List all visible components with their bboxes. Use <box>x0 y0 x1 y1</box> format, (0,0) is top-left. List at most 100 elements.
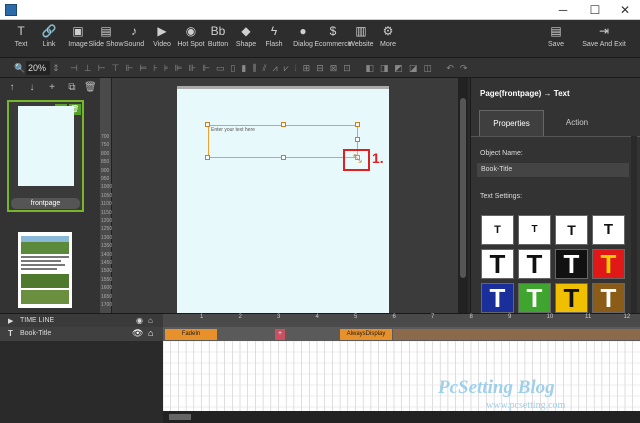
ruler-mark: 1200 <box>101 218 113 224</box>
maximize-button[interactable]: ☐ <box>580 0 610 20</box>
add-page-icon[interactable]: + <box>46 82 58 94</box>
more-icon: ⚙ <box>382 24 394 38</box>
object-name-field[interactable]: Book-Title <box>477 163 629 177</box>
tab-properties[interactable]: Properties <box>479 110 544 136</box>
ruler-mark: 1500 <box>101 268 113 275</box>
object-name-label: Object Name: <box>480 150 523 157</box>
eye-icon[interactable]: 👁 <box>132 328 143 339</box>
ruler-mark: 1600 <box>101 285 113 292</box>
timeline-tick: 11 <box>585 314 592 320</box>
ruler-mark: 1350 <box>101 243 113 250</box>
canvas-scrollbar[interactable] <box>458 78 468 313</box>
save-icon: ▤ <box>550 24 562 38</box>
shape-tool-button[interactable]: ◆ Shape <box>234 20 258 58</box>
watermark-title: PcSetting Blog <box>438 377 555 398</box>
resize-handle[interactable] <box>281 155 286 160</box>
timeline-tick: 7 <box>431 314 435 320</box>
timeline-grid <box>162 340 640 411</box>
tab-action[interactable]: Action <box>547 110 607 136</box>
add-effect-segment[interactable]: + <box>275 329 285 340</box>
text-style-swatch[interactable]: T <box>518 215 551 245</box>
text-style-swatch[interactable]: T <box>555 249 588 279</box>
lock-icon[interactable]: ⌂ <box>148 316 153 325</box>
ruler-mark: 1000 <box>101 184 113 191</box>
save-and-exit-button[interactable]: ⇥ Save And Exit <box>578 20 630 58</box>
shape-icon: ◆ <box>241 24 251 38</box>
text-style-swatch[interactable]: T <box>518 249 551 279</box>
more-tool-button[interactable]: ⚙ More <box>376 20 400 58</box>
alwaysdisplay-segment[interactable]: AlwaysDisplay <box>340 329 392 340</box>
copy-page-icon[interactable]: ⧉ <box>66 82 78 94</box>
align-tools-group[interactable]: ⊣⊥⊢⊤⊩⊨⊦⊧⊫⊪⊩▭▯▮⫼⫽⩘⩗⦙⊞⊟⊠⊡ ◧◨◩◪◫ ↶↷ <box>70 61 473 75</box>
text-style-swatch[interactable]: T <box>481 249 514 279</box>
link-icon: 🔗 <box>41 24 57 38</box>
visibility-icon[interactable]: ◉ <box>136 316 143 325</box>
flash-tool-button[interactable]: ϟ Flash <box>262 20 286 58</box>
minimize-button[interactable]: ─ <box>548 0 578 20</box>
textbox-placeholder: Enter your text here <box>211 127 255 133</box>
link-tool-button[interactable]: 🔗 Link <box>36 20 62 58</box>
text-object[interactable]: Enter your text here <box>208 125 358 158</box>
zoom-input[interactable]: 20% <box>26 61 50 75</box>
flash-icon: ϟ <box>270 24 278 38</box>
resize-handle[interactable] <box>205 122 210 127</box>
timeline-tick: 8 <box>469 314 473 320</box>
ruler-mark: 1550 <box>101 276 113 283</box>
format-toolbar: 🔍 20% ⇕ ⊣⊥⊢⊤⊩⊨⊦⊧⊫⊪⊩▭▯▮⫼⫽⩘⩗⦙⊞⊟⊠⊡ ◧◨◩◪◫ ↶↷ <box>0 58 640 78</box>
app-logo-icon <box>5 4 17 16</box>
fadein-segment[interactable]: FadeIn <box>165 329 217 340</box>
dialog-tool-button[interactable]: ● Dialog <box>290 20 316 58</box>
hotspot-tool-button[interactable]: ◉ Hot Spot <box>176 20 206 58</box>
resize-handle[interactable] <box>355 137 360 142</box>
move-up-icon[interactable]: ↑ <box>6 82 18 94</box>
timeline-header: ▶ TIME LINE ◉ ⌂ <box>0 313 640 328</box>
ruler-mark: 700 <box>101 134 110 140</box>
text-style-swatch[interactable]: T <box>592 283 625 313</box>
timeline-scroll-thumb[interactable] <box>169 414 191 420</box>
text-style-swatch[interactable]: T <box>555 283 588 313</box>
ruler-mark: 1700 <box>101 302 113 308</box>
ruler-mark: 900 <box>101 167 110 174</box>
layer-name: Book-Title <box>20 330 52 337</box>
sound-tool-button[interactable]: ♪ Sound <box>122 20 146 58</box>
unlock-icon[interactable]: ⌂ <box>148 328 153 338</box>
timeline-scrollbar[interactable] <box>163 411 640 423</box>
website-tool-button[interactable]: ▥ Website <box>348 20 374 58</box>
button-tool-button[interactable]: Bb Button <box>206 20 230 58</box>
text-tool-button[interactable]: T Text <box>8 20 34 58</box>
zoom-stepper-icon[interactable]: ⇕ <box>52 61 60 75</box>
panel-scrollbar[interactable] <box>631 136 637 313</box>
resize-handle[interactable] <box>205 155 210 160</box>
page-thumbnail-2[interactable] <box>18 232 72 308</box>
save-button[interactable]: ▤ Save <box>542 20 570 58</box>
ruler-mark: 750 <box>101 142 110 149</box>
callout-label: 1. <box>372 150 384 166</box>
text-style-swatch[interactable]: T <box>555 215 588 245</box>
ecommerce-icon: $ <box>329 24 337 38</box>
slideshow-tool-button[interactable]: ▤ Slide Show <box>88 20 124 58</box>
delete-page-icon[interactable]: 🗑 <box>84 82 97 94</box>
page-thumbnail-frontpage[interactable]: ⧉ 🗑 frontpage <box>7 100 84 212</box>
text-style-swatch[interactable]: T <box>592 215 625 245</box>
timeline-tick: 2 <box>238 314 242 320</box>
sound-icon: ♪ <box>131 24 137 38</box>
ruler-mark: 1400 <box>101 251 113 258</box>
text-style-grid: TTTTTTTTTTTT <box>481 215 626 313</box>
timeline-tick: 6 <box>392 314 396 320</box>
image-tool-button[interactable]: ▣ Image <box>66 20 90 58</box>
text-style-swatch[interactable]: T <box>592 249 625 279</box>
title-bar: ─ ☐ ✕ <box>0 0 640 20</box>
scrollbar-thumb[interactable] <box>460 98 466 278</box>
close-button[interactable]: ✕ <box>610 0 640 20</box>
page-canvas[interactable] <box>177 86 389 313</box>
timeline-expand-icon[interactable]: ▶ <box>8 317 13 325</box>
text-style-swatch[interactable]: T <box>518 283 551 313</box>
text-style-swatch[interactable]: T <box>481 283 514 313</box>
video-tool-button[interactable]: ▶ Video <box>150 20 174 58</box>
resize-handle[interactable] <box>281 122 286 127</box>
move-down-icon[interactable]: ↓ <box>26 82 38 94</box>
text-style-swatch[interactable]: T <box>481 215 514 245</box>
ecommerce-tool-button[interactable]: $ Ecommerce <box>314 20 352 58</box>
resize-handle[interactable] <box>355 122 360 127</box>
timeline-tick: 5 <box>354 314 358 320</box>
